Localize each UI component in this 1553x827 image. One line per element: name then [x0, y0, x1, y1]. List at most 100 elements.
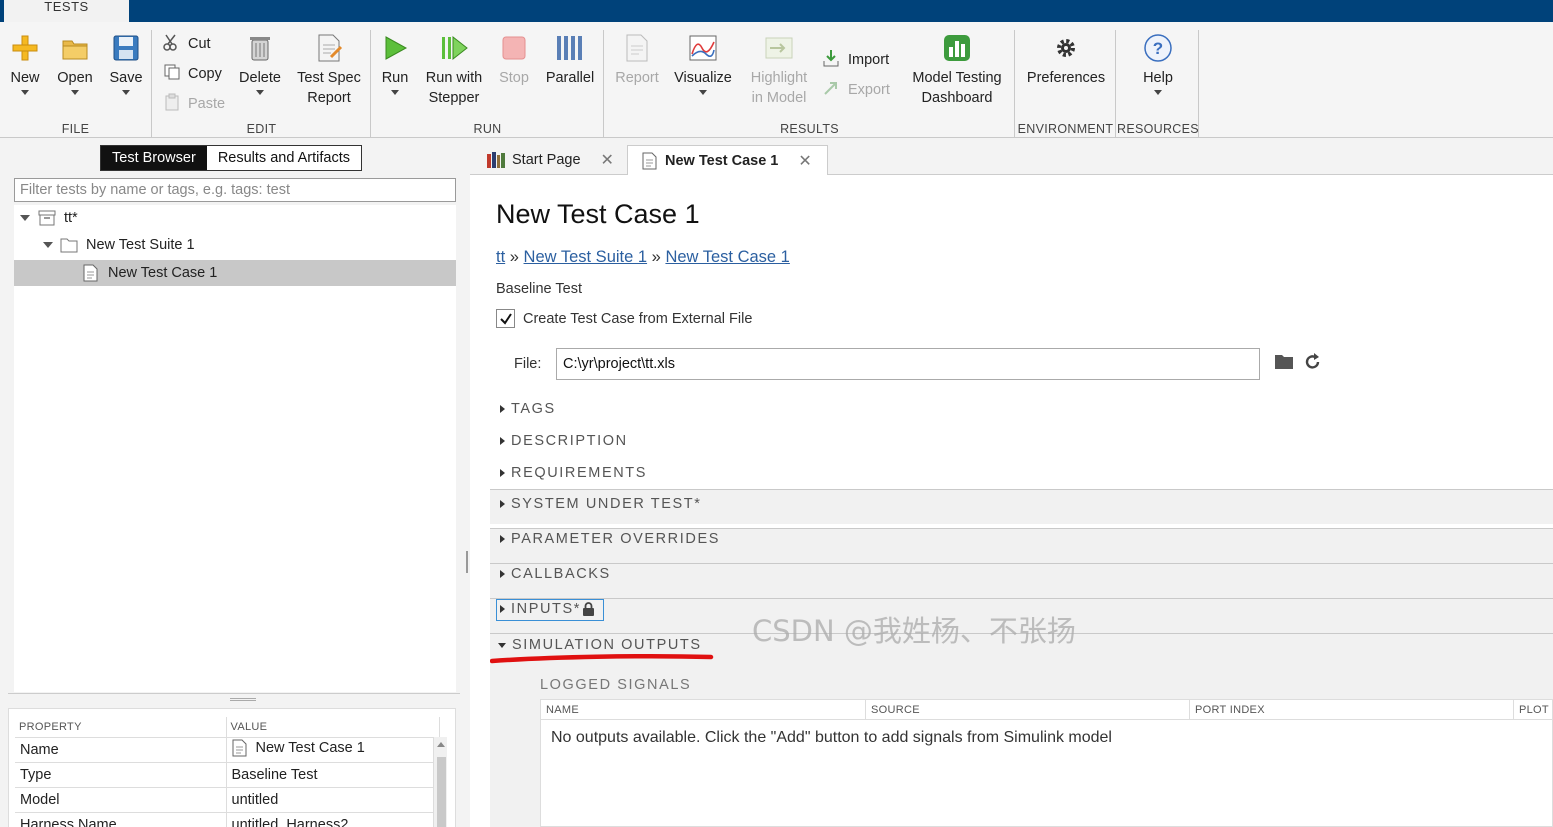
tab-new-test-case[interactable]: New Test Case 1 ✕ — [627, 145, 828, 175]
vertical-splitter[interactable] — [466, 551, 468, 573]
visualize-button[interactable]: Visualize — [672, 32, 734, 95]
parallel-button[interactable]: Parallel — [542, 32, 598, 88]
property-header: PROPERTY — [15, 717, 227, 738]
column-header-source[interactable]: SOURCE — [866, 700, 1190, 720]
chevron-down-icon[interactable] — [256, 90, 264, 95]
tree-node-test-suite[interactable]: New Test Suite 1 — [14, 232, 456, 258]
breadcrumb-link-suite[interactable]: New Test Suite 1 — [524, 248, 648, 266]
toolstrip-tab-tests[interactable]: TESTS — [4, 0, 129, 22]
folder-open-icon — [59, 32, 91, 64]
section-callbacks-label: CALLBACKS — [511, 566, 611, 582]
chevron-down-icon[interactable] — [699, 90, 707, 95]
splitter-grip-icon[interactable] — [230, 698, 256, 701]
file-group: New Open Save FILE — [0, 30, 152, 138]
chevron-down-icon[interactable] — [71, 90, 79, 95]
delete-button[interactable]: Delete — [235, 32, 285, 95]
chevron-down-icon[interactable] — [21, 90, 29, 95]
expand-arrow-icon — [500, 500, 505, 508]
section-requirements[interactable]: REQUIREMENTS — [500, 465, 647, 481]
chevron-down-icon[interactable] — [1154, 90, 1162, 95]
copy-icon — [163, 63, 181, 85]
resources-group-label: RESOURCES — [1117, 122, 1199, 136]
mtd-label-2: Dashboard — [921, 90, 993, 106]
export-button[interactable]: Export — [821, 78, 890, 102]
section-parameter-overrides[interactable]: PARAMETER OVERRIDES — [500, 531, 720, 547]
import-icon — [821, 48, 841, 72]
chevron-down-icon[interactable] — [391, 90, 399, 95]
new-button[interactable]: New — [6, 32, 44, 95]
save-button[interactable]: Save — [106, 32, 146, 95]
report-icon — [313, 32, 345, 64]
close-icon[interactable]: ✕ — [601, 150, 614, 170]
highlight-label-1: Highlight — [750, 70, 808, 86]
expand-arrow-icon — [500, 535, 505, 543]
column-header-name[interactable]: NAME — [541, 700, 866, 720]
breadcrumb-separator: » — [651, 248, 661, 266]
cut-label: Cut — [188, 36, 211, 52]
highlight-label-2: in Model — [751, 90, 807, 106]
visualize-label: Visualize — [674, 70, 732, 86]
file-path-field[interactable] — [556, 348, 1260, 380]
logged-signals-table: NAME SOURCE PORT INDEX PLOT I No outputs… — [540, 699, 1553, 827]
run-with-label-2: Stepper — [428, 90, 480, 106]
filter-tests-input[interactable] — [14, 178, 456, 202]
refresh-icon[interactable] — [1303, 352, 1323, 375]
expand-arrow-icon[interactable] — [43, 242, 53, 248]
tab-test-browser[interactable]: Test Browser — [101, 146, 207, 170]
help-label: Help — [1143, 70, 1173, 86]
expand-arrow-icon[interactable] — [20, 215, 30, 221]
tab-start-page[interactable]: Start Page ✕ — [486, 145, 626, 175]
folder-icon[interactable] — [1274, 353, 1294, 374]
tree-node-test-case[interactable]: New Test Case 1 — [14, 260, 456, 286]
create-from-file-checkbox[interactable] — [496, 309, 515, 328]
collapse-arrow-icon — [498, 642, 506, 648]
tree-node-label: New Test Case 1 — [108, 265, 218, 281]
expand-arrow-icon — [500, 570, 505, 578]
stop-button[interactable]: Stop — [496, 32, 532, 88]
chevron-down-icon[interactable] — [122, 90, 130, 95]
column-header-port-index[interactable]: PORT INDEX — [1190, 700, 1514, 720]
property-row: Name New Test Case 1 — [15, 737, 440, 763]
cut-button[interactable]: Cut — [163, 33, 211, 55]
tab-label: Start Page — [512, 152, 581, 168]
column-header-plot[interactable]: PLOT I — [1514, 700, 1553, 720]
panel-splitter[interactable] — [8, 693, 460, 705]
model-testing-dashboard-button[interactable]: Model Testing Dashboard — [909, 32, 1005, 108]
trash-icon — [244, 32, 276, 64]
property-scrollbar[interactable] — [433, 737, 447, 827]
copy-button[interactable]: Copy — [163, 63, 222, 85]
test-spec-report-button[interactable]: Test Spec Report — [294, 32, 364, 108]
run-button[interactable]: Run — [378, 32, 412, 95]
close-icon[interactable]: ✕ — [798, 151, 811, 171]
section-description-label: DESCRIPTION — [511, 433, 628, 449]
section-tags[interactable]: TAGS — [500, 401, 556, 417]
preferences-button[interactable]: Preferences — [1020, 32, 1112, 88]
tree-node-test-file[interactable]: tt* — [14, 205, 456, 231]
run-with-stepper-button[interactable]: Run with Stepper — [422, 32, 486, 108]
section-inputs[interactable]: INPUTS* — [500, 601, 595, 617]
breadcrumb-link-case[interactable]: New Test Case 1 — [665, 248, 789, 266]
lock-icon — [583, 601, 595, 616]
section-description[interactable]: DESCRIPTION — [500, 433, 628, 449]
test-spec-label-2: Report — [307, 90, 351, 106]
ribbon: New Open Save FILE Cut Copy Paste Delete… — [0, 22, 1553, 138]
section-tags-label: TAGS — [511, 401, 556, 417]
breadcrumb-link-file[interactable]: tt — [496, 248, 505, 266]
help-button[interactable]: ? Help — [1133, 32, 1183, 95]
run-label: Run — [381, 70, 409, 86]
open-button[interactable]: Open — [55, 32, 95, 95]
open-label: Open — [57, 70, 93, 86]
property-row: Harness Name untitled_Harness2 — [15, 812, 440, 827]
report-button[interactable]: Report — [613, 32, 661, 88]
title-bar: TESTS — [0, 0, 1553, 22]
paste-button[interactable]: Paste — [163, 93, 225, 115]
tab-results-and-artifacts[interactable]: Results and Artifacts — [206, 146, 361, 170]
section-simulation-outputs[interactable]: SIMULATION OUTPUTS — [498, 637, 702, 653]
scroll-up-icon[interactable] — [437, 742, 445, 747]
section-callbacks[interactable]: CALLBACKS — [500, 566, 611, 582]
highlight-in-model-button[interactable]: Highlight in Model — [745, 32, 813, 108]
import-label: Import — [848, 52, 890, 68]
section-system-under-test[interactable]: SYSTEM UNDER TEST* — [500, 496, 701, 512]
scroll-thumb[interactable] — [437, 757, 446, 827]
import-button[interactable]: Import — [821, 48, 889, 72]
